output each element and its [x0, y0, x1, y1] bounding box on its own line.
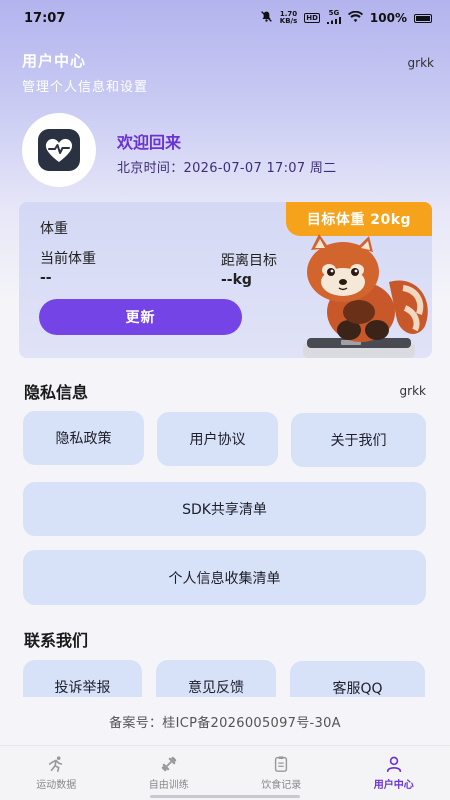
red-panda-illustration — [303, 234, 428, 358]
tab-diet-record-label: 饮食记录 — [261, 780, 302, 791]
header-username: grkk — [407, 56, 434, 70]
running-icon — [49, 756, 63, 773]
welcome-text: 欢迎回来 — [117, 133, 182, 152]
dumbbell-icon — [161, 756, 177, 772]
wifi-icon — [347, 10, 363, 26]
update-weight-button[interactable]: 更新 — [39, 299, 242, 335]
weight-title: 体重 — [40, 221, 68, 237]
battery-icon — [414, 13, 432, 23]
sdk-sharing-list-button[interactable]: SDK共享清单 — [23, 482, 426, 536]
beijing-time: 北京时间：2026-07-07 17:07 周二 — [117, 161, 337, 176]
privacy-username: grkk — [399, 384, 426, 398]
distance-to-goal-label: 距离目标 — [221, 253, 277, 269]
status-icons: 1.70 KB/s HD 5G 100% — [260, 10, 432, 26]
tab-sports-data[interactable]: 运动数据 — [0, 746, 113, 800]
tab-free-training[interactable]: 自由训练 — [113, 746, 226, 800]
signal-5g: 5G — [326, 9, 341, 26]
net-speed-unit: KB/s — [279, 17, 298, 25]
user-agreement-button[interactable]: 用户协议 — [157, 412, 278, 466]
about-us-button[interactable]: 关于我们 — [291, 413, 426, 467]
status-bar: 17:07 1.70 KB/s HD 5G 100% — [0, 0, 450, 36]
user-icon — [386, 756, 401, 773]
privacy-policy-button[interactable]: 隐私政策 — [23, 411, 144, 465]
weight-card: 目标体重 20kg 体重 当前体重 -- 距离目标 --kg 更新 — [19, 202, 432, 358]
current-weight-label: 当前体重 — [40, 251, 96, 267]
mute-icon — [260, 10, 273, 26]
tab-user-center[interactable]: 用户中心 — [338, 746, 450, 800]
page-subtitle: 管理个人信息和设置 — [22, 80, 149, 95]
status-time: 17:07 — [24, 10, 66, 26]
personal-info-collection-list-button[interactable]: 个人信息收集清单 — [23, 550, 426, 605]
page-title: 用户中心 — [22, 52, 87, 70]
heart-rate-icon — [38, 129, 80, 171]
current-weight-value: -- — [40, 270, 52, 286]
tab-sports-data-label: 运动数据 — [36, 780, 77, 791]
net-speed: 1.70 KB/s — [280, 11, 297, 25]
tab-free-training-label: 自由训练 — [148, 780, 189, 791]
icp-record: 备案号：桂ICP备2026005097号-30A — [0, 697, 450, 745]
clipboard-icon — [275, 756, 288, 772]
tab-diet-record[interactable]: 饮食记录 — [225, 746, 338, 800]
battery-text: 100% — [369, 11, 407, 25]
privacy-section-title: 隐私信息 — [24, 383, 89, 402]
bottom-tab-bar: 运动数据 自由训练 饮食记录 用户中心 — [0, 745, 450, 800]
avatar[interactable] — [22, 113, 96, 187]
tab-user-center-label: 用户中心 — [373, 780, 414, 791]
home-indicator[interactable] — [150, 795, 300, 798]
contact-section-title: 联系我们 — [24, 631, 89, 650]
signal-label: 5G — [328, 9, 340, 17]
distance-to-goal-value: --kg — [221, 272, 252, 288]
hd-badge: HD — [304, 13, 320, 23]
